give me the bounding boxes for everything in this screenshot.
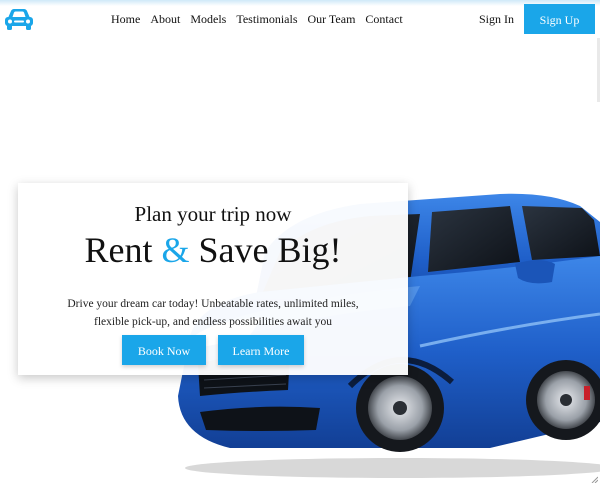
book-now-button[interactable]: Book Now	[122, 335, 206, 365]
hero-headline: Rent & Save Big!	[18, 229, 408, 271]
nav-our-team-link[interactable]: Our Team	[307, 11, 355, 27]
learn-more-button[interactable]: Learn More	[218, 335, 304, 365]
headline-rent: Rent	[84, 230, 153, 270]
nav-about-link[interactable]: About	[150, 11, 180, 27]
hero-description: Drive your dream car today! Unbeatable r…	[67, 298, 359, 328]
nav-contact-link[interactable]: Contact	[365, 11, 402, 27]
car-logo-icon[interactable]	[3, 7, 35, 31]
hero-card: Plan your trip now Rent & Save Big! Driv…	[18, 183, 408, 375]
nav-models-link[interactable]: Models	[190, 11, 226, 27]
sign-in-link[interactable]: Sign In	[479, 11, 514, 27]
main-nav: Home About Models Testimonials Our Team …	[111, 11, 413, 27]
header-highlight	[0, 0, 600, 6]
top-navigation-bar: Home About Models Testimonials Our Team …	[0, 0, 600, 38]
headline-ampersand: &	[161, 230, 190, 270]
headline-save-big: Save Big!	[198, 230, 342, 270]
resize-grip-icon[interactable]	[590, 470, 599, 484]
nav-testimonials-link[interactable]: Testimonials	[236, 11, 297, 27]
hero-kicker: Plan your trip now	[134, 202, 292, 226]
nav-home-link[interactable]: Home	[111, 11, 140, 27]
sign-up-button[interactable]: Sign Up	[524, 4, 595, 34]
